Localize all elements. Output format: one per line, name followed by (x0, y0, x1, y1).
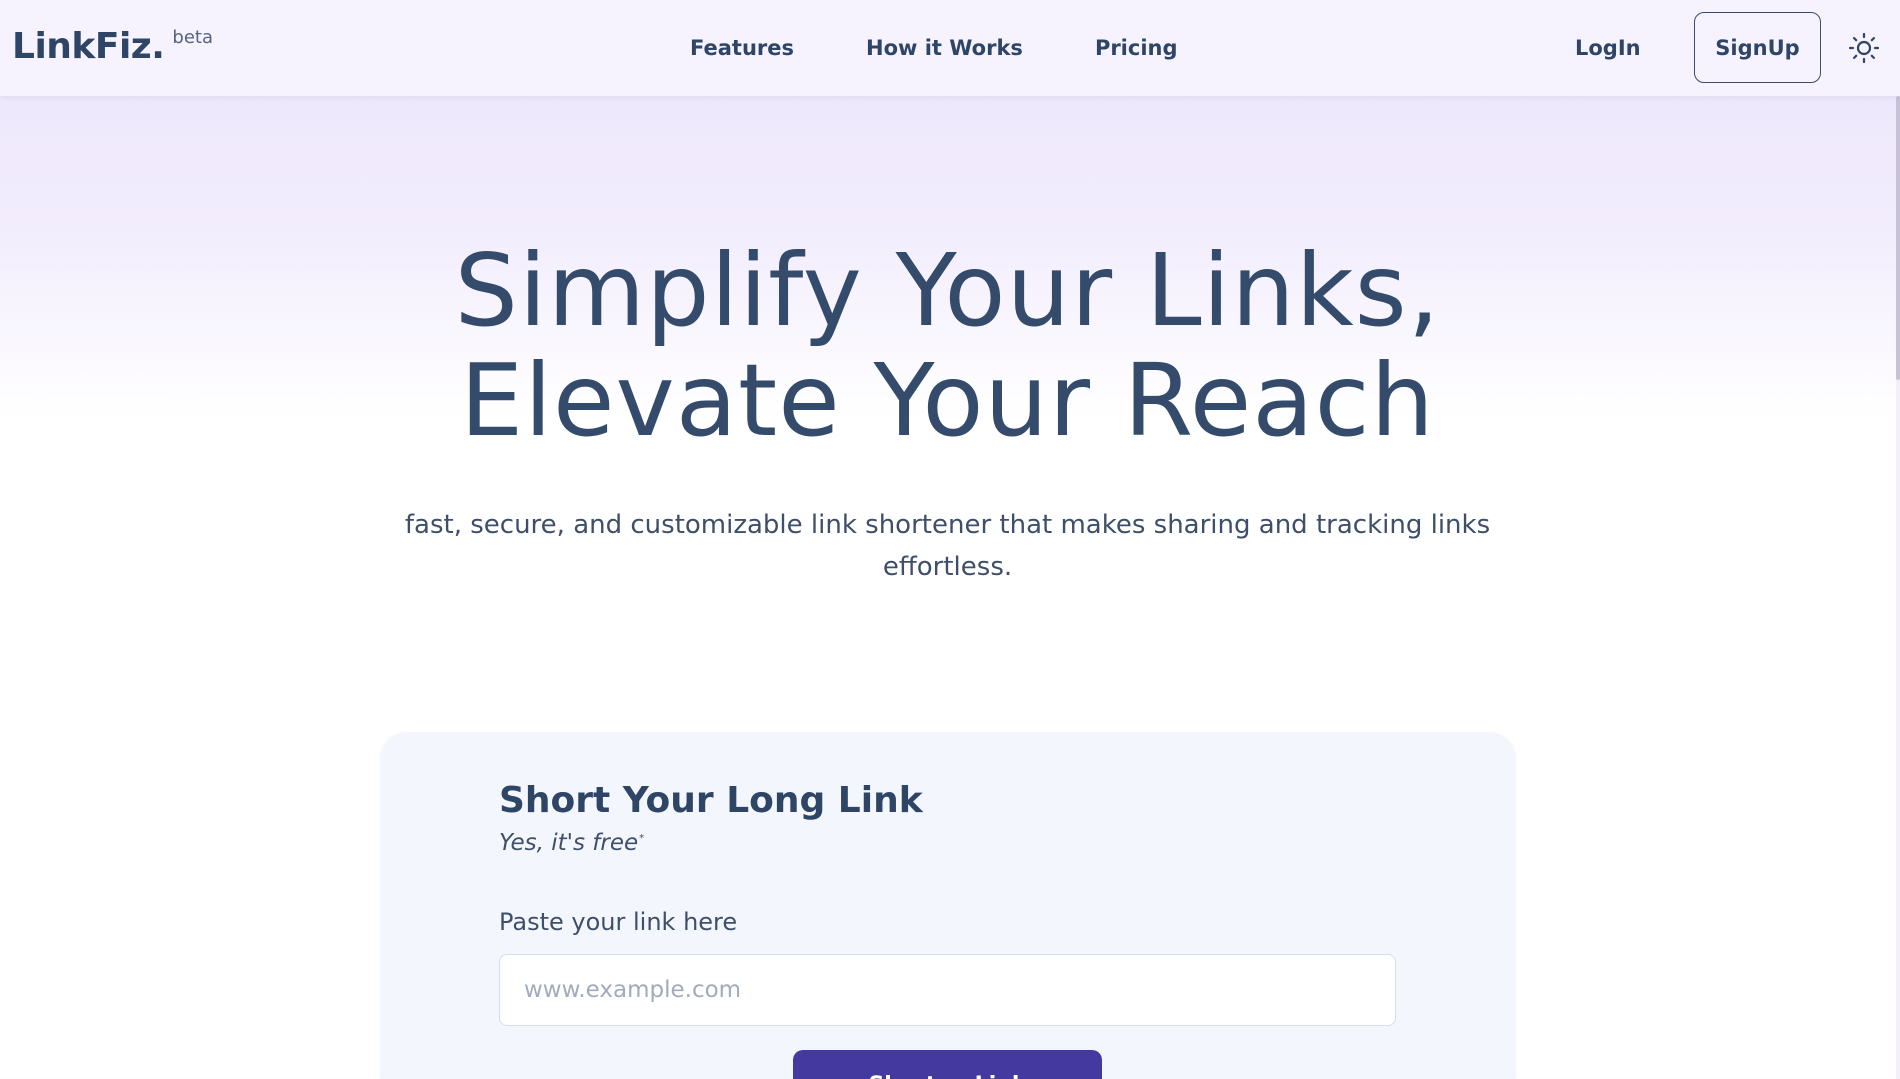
footnote-mark: * (639, 833, 645, 845)
top-navbar: LinkFiz. beta Features How it Works Pric… (0, 0, 1900, 96)
signup-button[interactable]: SignUp (1694, 12, 1821, 83)
login-link[interactable]: LogIn (1575, 0, 1641, 96)
shorten-link-button[interactable]: Shorten Link (793, 1050, 1102, 1079)
hero-title-line-2: Elevate Your Reach (460, 342, 1435, 459)
nav-link-how-it-works[interactable]: How it Works (866, 36, 1023, 60)
beta-badge: beta (172, 27, 214, 48)
brand-logo[interactable]: LinkFiz. beta (12, 24, 213, 70)
hero-subtitle: fast, secure, and customizable link shor… (404, 510, 1491, 582)
long-link-input[interactable] (499, 954, 1396, 1026)
shortener-subtitle: Yes, it's free* (499, 830, 644, 856)
hero-title-line-1: Simplify Your Links, (454, 232, 1441, 349)
nav-link-pricing[interactable]: Pricing (1095, 36, 1178, 60)
hero-title: Simplify Your Links, Elevate Your Reach (0, 236, 1895, 456)
scrollbar-thumb[interactable] (1896, 96, 1900, 380)
shortener-title: Short Your Long Link (499, 780, 923, 821)
shortener-card: Short Your Long Link Yes, it's free* Pas… (380, 732, 1516, 1079)
sun-icon[interactable] (1848, 32, 1880, 64)
brand-name: LinkFiz. (12, 26, 165, 67)
main-nav: Features How it Works Pricing (690, 0, 1250, 96)
free-note: Yes, it's free (499, 830, 639, 856)
nav-link-features[interactable]: Features (690, 36, 794, 60)
link-field-label: Paste your link here (499, 908, 738, 936)
